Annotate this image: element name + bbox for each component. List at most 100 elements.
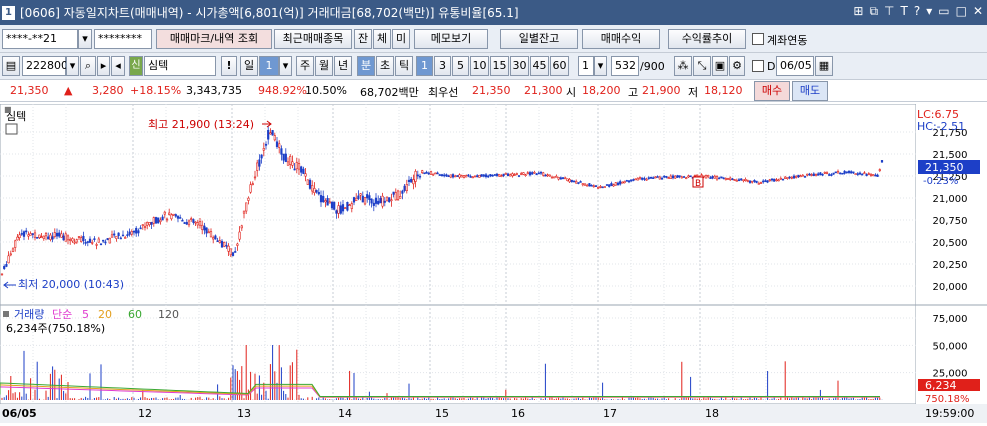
- account-link-checkbox[interactable]: [752, 33, 764, 45]
- candle-body: [355, 197, 358, 202]
- link-icon[interactable]: ⊞: [853, 4, 863, 19]
- next-icon[interactable]: ▸: [97, 56, 110, 76]
- pin-icon[interactable]: ⊤: [884, 4, 894, 19]
- candle-body: [205, 227, 208, 234]
- candle-body: [445, 174, 448, 177]
- draw-icon[interactable]: ⤡: [693, 56, 711, 76]
- candle-body: [82, 235, 85, 242]
- candle-body: [383, 200, 386, 203]
- unit-input[interactable]: 1: [578, 56, 594, 76]
- candle-body: [469, 176, 472, 178]
- candle-body: [542, 172, 545, 176]
- candle-body: [627, 180, 631, 183]
- candle-body: [553, 176, 556, 179]
- candle-body: [31, 233, 34, 235]
- candle-body: [330, 201, 334, 209]
- unfilled-button[interactable]: 미: [392, 29, 410, 49]
- text-icon[interactable]: T: [901, 4, 908, 19]
- period-minute-button[interactable]: 분: [357, 56, 375, 76]
- interval-5-button[interactable]: 5: [452, 56, 469, 76]
- trade-profit-button[interactable]: 매매수익: [582, 29, 660, 49]
- candle-body: [165, 218, 169, 221]
- interval-3-button[interactable]: 3: [434, 56, 451, 76]
- maximize-icon[interactable]: □: [956, 4, 967, 19]
- candle-body: [396, 190, 400, 201]
- screen-icon[interactable]: ▤: [2, 56, 20, 76]
- interval-15-button[interactable]: 15: [490, 56, 509, 76]
- candle-body: [124, 237, 127, 239]
- price-tick: 20,000: [933, 282, 968, 293]
- return-trend-button[interactable]: 수익률추이: [668, 29, 746, 49]
- gear-icon[interactable]: ⚙: [729, 56, 745, 76]
- filled-button[interactable]: 체: [373, 29, 391, 49]
- candle-body: [876, 174, 879, 177]
- period-week-button[interactable]: 주: [296, 56, 314, 76]
- candle-body: [121, 234, 125, 237]
- minimize-icon[interactable]: ▭: [938, 4, 949, 19]
- restore-icon[interactable]: ⧉: [869, 4, 878, 19]
- period-month-button[interactable]: 월: [315, 56, 333, 76]
- save-icon[interactable]: ▣: [712, 56, 728, 76]
- interval-45-button[interactable]: 45: [530, 56, 549, 76]
- candle-body: [770, 178, 774, 181]
- balance-button[interactable]: 잔: [354, 29, 372, 49]
- period-num-dropdown[interactable]: ▾: [279, 56, 292, 76]
- candle-body: [515, 173, 518, 175]
- speaker-icon[interactable]: ◂: [111, 56, 125, 76]
- count-input[interactable]: 532: [611, 56, 639, 76]
- date-checkbox[interactable]: [752, 60, 764, 72]
- candle-body: [643, 178, 646, 180]
- alert-button[interactable]: !: [221, 56, 237, 76]
- candle-body: [865, 173, 868, 177]
- buy-button[interactable]: 매수: [754, 81, 790, 101]
- volume-value: 3,343,735: [186, 84, 242, 97]
- candle-body: [779, 177, 782, 180]
- memo-button[interactable]: 메모보기: [414, 29, 488, 49]
- account-input[interactable]: ****-**21: [2, 29, 78, 49]
- candle-body: [768, 179, 771, 182]
- candle-icon[interactable]: ⁂: [674, 56, 692, 76]
- chart-area[interactable]: 21,750 21,500 21,250 21,000 20,750 20,500 20,2…: [0, 103, 987, 423]
- candle-body: [454, 175, 457, 178]
- close-icon[interactable]: ✕: [973, 4, 983, 19]
- period-year-button[interactable]: 년: [334, 56, 352, 76]
- candle-body: [577, 182, 580, 184]
- x-axis-label: 13: [237, 407, 251, 420]
- candle-body: [157, 217, 160, 224]
- candle-body: [352, 197, 356, 203]
- settings-icon[interactable]: ▾: [926, 4, 932, 19]
- period-second-button[interactable]: 초: [376, 56, 394, 76]
- change-value: 3,280: [92, 84, 124, 97]
- x-axis-label: 14: [338, 407, 352, 420]
- high-annotation: 최고 21,900 (13:24): [148, 118, 254, 131]
- interval-10-button[interactable]: 10: [470, 56, 489, 76]
- interval-30-button[interactable]: 30: [510, 56, 529, 76]
- sell-button[interactable]: 매도: [792, 81, 828, 101]
- search-icon[interactable]: ⌕: [80, 56, 96, 76]
- candle-body: [119, 237, 122, 240]
- period-num-input[interactable]: 1: [259, 56, 279, 76]
- unit-dropdown[interactable]: ▾: [594, 56, 607, 76]
- candle-body: [308, 179, 312, 189]
- candle-body: [696, 174, 699, 177]
- candle-body: [258, 159, 261, 167]
- period-tick-button[interactable]: 틱: [395, 56, 413, 76]
- candle-body: [146, 221, 149, 226]
- code-dropdown[interactable]: ▾: [66, 56, 79, 76]
- interval-60-button[interactable]: 60: [550, 56, 569, 76]
- candle-body: [511, 173, 514, 177]
- candle-body: [337, 205, 340, 214]
- daily-balance-button[interactable]: 일별잔고: [500, 29, 578, 49]
- stock-name-input[interactable]: 심텍: [144, 56, 216, 76]
- password-input[interactable]: ********: [94, 29, 152, 49]
- calendar-icon[interactable]: ▦: [815, 56, 833, 76]
- help-icon[interactable]: ?: [914, 4, 920, 19]
- stock-code-input[interactable]: 222800: [22, 56, 68, 76]
- period-day-button[interactable]: 일: [240, 56, 258, 76]
- interval-1-button[interactable]: 1: [416, 56, 433, 76]
- account-dropdown[interactable]: ▾: [78, 29, 92, 49]
- trade-mark-button[interactable]: 매매마크/내역 조회: [156, 29, 272, 49]
- recent-trades-button[interactable]: 최근매매종목: [274, 29, 352, 49]
- volume-tick: 75,000: [933, 314, 968, 325]
- date-input[interactable]: 06/05: [776, 56, 814, 76]
